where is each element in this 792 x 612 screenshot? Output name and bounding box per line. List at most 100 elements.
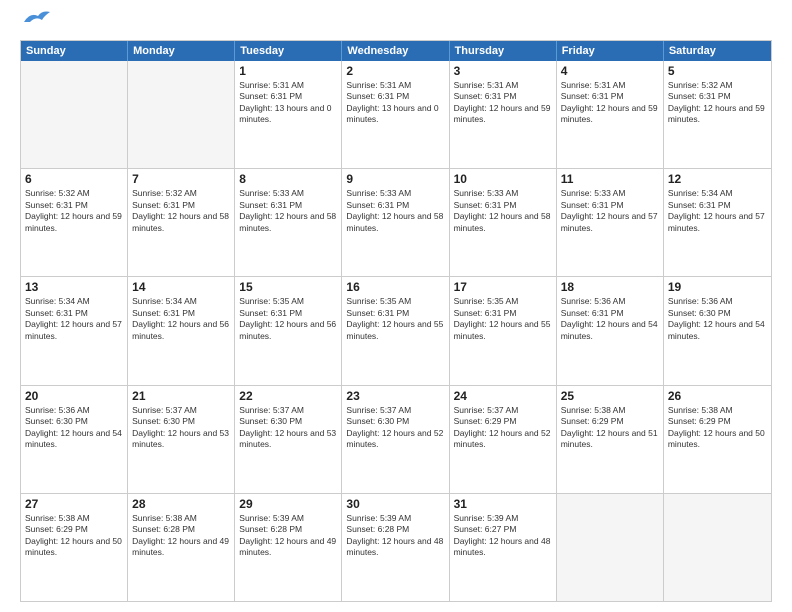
day-cell-19: 19 Sunrise: 5:36 AMSunset: 6:30 PMDayligh… bbox=[664, 277, 771, 384]
day-info: Sunrise: 5:33 AMSunset: 6:31 PMDaylight:… bbox=[239, 188, 337, 234]
calendar: SundayMondayTuesdayWednesdayThursdayFrid… bbox=[20, 40, 772, 602]
header-day-saturday: Saturday bbox=[664, 41, 771, 61]
day-cell-10: 10 Sunrise: 5:33 AMSunset: 6:31 PMDayligh… bbox=[450, 169, 557, 276]
day-info: Sunrise: 5:37 AMSunset: 6:29 PMDaylight:… bbox=[454, 405, 552, 451]
calendar-week-5: 27Sunrise: 5:38 AMSunset: 6:29 PMDayligh… bbox=[21, 493, 771, 601]
day-cell-5: 5 Sunrise: 5:32 AMSunset: 6:31 PMDaylight… bbox=[664, 61, 771, 168]
day-cell-2: 2 Sunrise: 5:31 AMSunset: 6:31 PMDaylight… bbox=[342, 61, 449, 168]
day-number: 24 bbox=[454, 389, 552, 403]
day-info: Sunrise: 5:37 AMSunset: 6:30 PMDaylight:… bbox=[132, 405, 230, 451]
day-cell-6: 6Sunrise: 5:32 AMSunset: 6:31 PMDaylight… bbox=[21, 169, 128, 276]
day-info: Sunrise: 5:36 AMSunset: 6:30 PMDaylight:… bbox=[25, 405, 123, 451]
day-info: Sunrise: 5:36 AMSunset: 6:31 PMDaylight:… bbox=[561, 296, 659, 342]
day-cell-25: 25 Sunrise: 5:38 AMSunset: 6:29 PMDayligh… bbox=[557, 386, 664, 493]
day-info: Sunrise: 5:39 AMSunset: 6:27 PMDaylight:… bbox=[454, 513, 552, 559]
day-number: 26 bbox=[668, 389, 767, 403]
day-cell-29: 29 Sunrise: 5:39 AMSunset: 6:28 PMDayligh… bbox=[235, 494, 342, 601]
day-number: 15 bbox=[239, 280, 337, 294]
day-cell-7: 7 Sunrise: 5:32 AMSunset: 6:31 PMDaylight… bbox=[128, 169, 235, 276]
day-number: 16 bbox=[346, 280, 444, 294]
header-day-wednesday: Wednesday bbox=[342, 41, 449, 61]
day-info: Sunrise: 5:38 AMSunset: 6:28 PMDaylight:… bbox=[132, 513, 230, 559]
day-number: 19 bbox=[668, 280, 767, 294]
calendar-week-4: 20 Sunrise: 5:36 AMSunset: 6:30 PMDayligh… bbox=[21, 385, 771, 493]
logo bbox=[20, 16, 52, 30]
day-number: 12 bbox=[668, 172, 767, 186]
day-number: 4 bbox=[561, 64, 659, 78]
day-number: 5 bbox=[668, 64, 767, 78]
day-info: Sunrise: 5:38 AMSunset: 6:29 PMDaylight:… bbox=[668, 405, 767, 451]
day-info: Sunrise: 5:33 AMSunset: 6:31 PMDaylight:… bbox=[561, 188, 659, 234]
day-info: Sunrise: 5:35 AMSunset: 6:31 PMDaylight:… bbox=[454, 296, 552, 342]
day-info: Sunrise: 5:32 AMSunset: 6:31 PMDaylight:… bbox=[668, 80, 767, 126]
page: SundayMondayTuesdayWednesdayThursdayFrid… bbox=[0, 0, 792, 612]
day-info: Sunrise: 5:33 AMSunset: 6:31 PMDaylight:… bbox=[454, 188, 552, 234]
empty-cell bbox=[664, 494, 771, 601]
calendar-header: SundayMondayTuesdayWednesdayThursdayFrid… bbox=[21, 41, 771, 61]
day-number: 29 bbox=[239, 497, 337, 511]
day-cell-30: 30 Sunrise: 5:39 AMSunset: 6:28 PMDayligh… bbox=[342, 494, 449, 601]
calendar-week-2: 6Sunrise: 5:32 AMSunset: 6:31 PMDaylight… bbox=[21, 168, 771, 276]
day-cell-11: 11 Sunrise: 5:33 AMSunset: 6:31 PMDayligh… bbox=[557, 169, 664, 276]
day-info: Sunrise: 5:32 AMSunset: 6:31 PMDaylight:… bbox=[132, 188, 230, 234]
day-cell-28: 28 Sunrise: 5:38 AMSunset: 6:28 PMDayligh… bbox=[128, 494, 235, 601]
day-number: 22 bbox=[239, 389, 337, 403]
day-info: Sunrise: 5:35 AMSunset: 6:31 PMDaylight:… bbox=[239, 296, 337, 342]
day-info: Sunrise: 5:37 AMSunset: 6:30 PMDaylight:… bbox=[346, 405, 444, 451]
day-cell-12: 12Sunrise: 5:34 AMSunset: 6:31 PMDayligh… bbox=[664, 169, 771, 276]
day-number: 25 bbox=[561, 389, 659, 403]
day-number: 1 bbox=[239, 64, 337, 78]
header-day-monday: Monday bbox=[128, 41, 235, 61]
header-day-sunday: Sunday bbox=[21, 41, 128, 61]
calendar-week-1: 1 Sunrise: 5:31 AMSunset: 6:31 PMDaylight… bbox=[21, 61, 771, 168]
day-number: 17 bbox=[454, 280, 552, 294]
day-info: Sunrise: 5:36 AMSunset: 6:30 PMDaylight:… bbox=[668, 296, 767, 342]
day-number: 3 bbox=[454, 64, 552, 78]
day-cell-31: 31 Sunrise: 5:39 AMSunset: 6:27 PMDayligh… bbox=[450, 494, 557, 601]
day-cell-13: 13Sunrise: 5:34 AMSunset: 6:31 PMDayligh… bbox=[21, 277, 128, 384]
day-cell-3: 3 Sunrise: 5:31 AMSunset: 6:31 PMDaylight… bbox=[450, 61, 557, 168]
day-info: Sunrise: 5:31 AMSunset: 6:31 PMDaylight:… bbox=[346, 80, 444, 126]
calendar-week-3: 13Sunrise: 5:34 AMSunset: 6:31 PMDayligh… bbox=[21, 276, 771, 384]
day-cell-18: 18Sunrise: 5:36 AMSunset: 6:31 PMDayligh… bbox=[557, 277, 664, 384]
day-cell-21: 21 Sunrise: 5:37 AMSunset: 6:30 PMDayligh… bbox=[128, 386, 235, 493]
empty-cell bbox=[21, 61, 128, 168]
day-number: 11 bbox=[561, 172, 659, 186]
logo-bird-icon bbox=[22, 8, 52, 30]
day-number: 30 bbox=[346, 497, 444, 511]
header-day-tuesday: Tuesday bbox=[235, 41, 342, 61]
day-cell-27: 27Sunrise: 5:38 AMSunset: 6:29 PMDayligh… bbox=[21, 494, 128, 601]
calendar-body: 1 Sunrise: 5:31 AMSunset: 6:31 PMDaylight… bbox=[21, 61, 771, 601]
day-cell-23: 23Sunrise: 5:37 AMSunset: 6:30 PMDayligh… bbox=[342, 386, 449, 493]
day-number: 2 bbox=[346, 64, 444, 78]
day-info: Sunrise: 5:34 AMSunset: 6:31 PMDaylight:… bbox=[132, 296, 230, 342]
day-info: Sunrise: 5:31 AMSunset: 6:31 PMDaylight:… bbox=[239, 80, 337, 126]
day-cell-24: 24 Sunrise: 5:37 AMSunset: 6:29 PMDayligh… bbox=[450, 386, 557, 493]
day-info: Sunrise: 5:34 AMSunset: 6:31 PMDaylight:… bbox=[25, 296, 123, 342]
empty-cell bbox=[128, 61, 235, 168]
day-number: 31 bbox=[454, 497, 552, 511]
empty-cell bbox=[557, 494, 664, 601]
day-cell-16: 16 Sunrise: 5:35 AMSunset: 6:31 PMDayligh… bbox=[342, 277, 449, 384]
day-info: Sunrise: 5:32 AMSunset: 6:31 PMDaylight:… bbox=[25, 188, 123, 234]
day-cell-9: 9Sunrise: 5:33 AMSunset: 6:31 PMDaylight… bbox=[342, 169, 449, 276]
header-day-friday: Friday bbox=[557, 41, 664, 61]
day-number: 21 bbox=[132, 389, 230, 403]
day-info: Sunrise: 5:31 AMSunset: 6:31 PMDaylight:… bbox=[454, 80, 552, 126]
day-cell-20: 20 Sunrise: 5:36 AMSunset: 6:30 PMDayligh… bbox=[21, 386, 128, 493]
day-number: 7 bbox=[132, 172, 230, 186]
day-info: Sunrise: 5:39 AMSunset: 6:28 PMDaylight:… bbox=[239, 513, 337, 559]
day-number: 14 bbox=[132, 280, 230, 294]
header bbox=[20, 16, 772, 30]
day-cell-17: 17 Sunrise: 5:35 AMSunset: 6:31 PMDayligh… bbox=[450, 277, 557, 384]
day-info: Sunrise: 5:33 AMSunset: 6:31 PMDaylight:… bbox=[346, 188, 444, 234]
day-number: 10 bbox=[454, 172, 552, 186]
day-info: Sunrise: 5:39 AMSunset: 6:28 PMDaylight:… bbox=[346, 513, 444, 559]
header-day-thursday: Thursday bbox=[450, 41, 557, 61]
day-cell-22: 22Sunrise: 5:37 AMSunset: 6:30 PMDayligh… bbox=[235, 386, 342, 493]
day-number: 28 bbox=[132, 497, 230, 511]
day-number: 20 bbox=[25, 389, 123, 403]
day-info: Sunrise: 5:35 AMSunset: 6:31 PMDaylight:… bbox=[346, 296, 444, 342]
day-number: 27 bbox=[25, 497, 123, 511]
day-info: Sunrise: 5:38 AMSunset: 6:29 PMDaylight:… bbox=[561, 405, 659, 451]
